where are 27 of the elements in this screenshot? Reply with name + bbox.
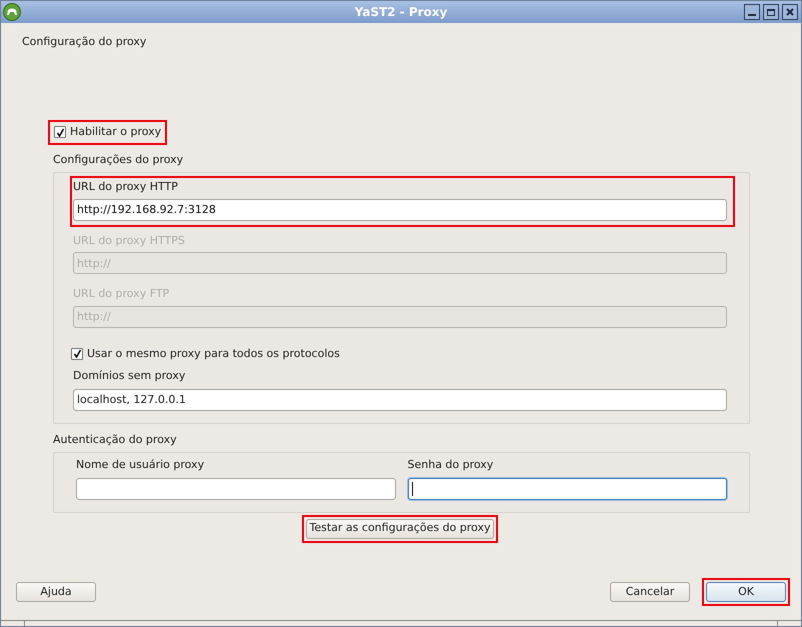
close-button[interactable] [782, 4, 798, 20]
input-field[interactable] [408, 478, 727, 500]
close-icon [786, 8, 794, 16]
app-icon [3, 3, 21, 21]
window-title: YaST2 - Proxy [354, 4, 448, 21]
field-label: Domínios sem proxy [73, 368, 186, 384]
checkbox-label: Habilitar o proxy [70, 124, 162, 140]
checkbox[interactable] [54, 126, 66, 138]
input-field[interactable]: localhost, 127.0.0.1 [73, 388, 727, 410]
group-title: Autenticação do proxy [53, 432, 178, 448]
test-button[interactable]: Testar as configurações do proxy [306, 518, 494, 538]
field-label: Nome de usuário proxy [76, 457, 206, 473]
dialog-button[interactable]: Cancelar [610, 582, 690, 602]
checkbox[interactable] [71, 348, 83, 360]
input-field[interactable]: http://192.168.92.7:3128 [73, 198, 727, 220]
checkbox-label: Usar o mesmo proxy para todos os protocolos [87, 346, 340, 362]
maximize-button[interactable] [763, 4, 779, 20]
group-title: Configurações do proxy [53, 152, 184, 168]
dialog-button[interactable]: OK [706, 582, 786, 602]
field-label: URL do proxy HTTPS [73, 232, 186, 248]
page-heading: Configuração do proxy [22, 34, 146, 50]
minimize-button[interactable] [744, 4, 760, 20]
field-label: URL do proxy HTTP [73, 179, 179, 195]
field-label: Senha do proxy [408, 457, 494, 473]
input-field[interactable] [76, 478, 396, 500]
dialog-button[interactable]: Ajuda [16, 582, 96, 602]
field-label: URL do proxy FTP [73, 286, 170, 302]
